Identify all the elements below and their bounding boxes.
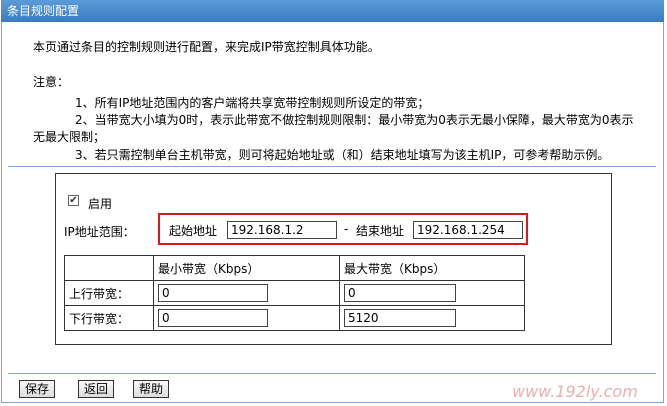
header-max: 最大带宽（Kbps） bbox=[339, 255, 525, 281]
range-dash: - bbox=[344, 222, 349, 236]
note-label: 注意： bbox=[33, 75, 70, 89]
back-button[interactable]: 返回 bbox=[78, 380, 115, 398]
row-label-down: 下行带宽： bbox=[64, 305, 154, 331]
note-line-4: 3、若只需控制单台主机带宽，则可将起始地址或（和）结束地址填写为该主机IP，可参… bbox=[75, 148, 610, 162]
table-header-row: 最小带宽（Kbps） 最大带宽（Kbps） bbox=[64, 255, 525, 281]
end-address-label: 结束地址 bbox=[356, 224, 405, 238]
table-row: 上行带宽： 0 0 bbox=[64, 280, 525, 306]
note-line-2: 2、当带宽大小填为0时，表示此带宽不做控制规则限制：最小带宽为0表示无最小保障，… bbox=[75, 113, 634, 127]
start-address-input[interactable]: 192.168.1.2 bbox=[227, 221, 337, 239]
cell-min-up: 0 bbox=[153, 280, 340, 306]
row-label-up: 上行带宽： bbox=[64, 280, 154, 306]
separator-bottom bbox=[8, 373, 656, 374]
ip-range-label: IP地址范围： bbox=[64, 225, 135, 239]
down-max-input[interactable]: 5120 bbox=[344, 309, 456, 327]
up-max-input[interactable]: 0 bbox=[344, 284, 456, 302]
end-address-input[interactable]: 192.168.1.254 bbox=[413, 221, 523, 239]
intro-text: 本页通过条目的控制规则进行配置，来完成IP带宽控制具体功能。 bbox=[33, 40, 380, 54]
separator-top bbox=[8, 166, 656, 167]
save-button[interactable]: 保存 bbox=[19, 380, 56, 398]
cell-max-down: 5120 bbox=[339, 305, 525, 331]
down-min-input[interactable]: 0 bbox=[158, 309, 268, 327]
enable-checkbox[interactable]: ✔ bbox=[68, 195, 79, 206]
window-title: 条目规则配置 bbox=[1, 0, 664, 22]
header-empty bbox=[64, 255, 154, 281]
watermark: www.192ly.com bbox=[512, 382, 638, 401]
help-button[interactable]: 帮助 bbox=[133, 380, 170, 398]
start-address-label: 起始地址 bbox=[169, 224, 218, 238]
checkmark-icon: ✔ bbox=[69, 195, 78, 206]
note-line-3: 无最大限制； bbox=[33, 130, 106, 144]
bandwidth-table: 最小带宽（Kbps） 最大带宽（Kbps） 上行带宽： 0 0 下行带宽： 0 … bbox=[64, 255, 525, 331]
up-min-input[interactable]: 0 bbox=[158, 284, 268, 302]
note-line-1: 1、所有IP地址范围内的客户端将共享宽带控制规则所设定的带宽； bbox=[75, 96, 430, 110]
cell-max-up: 0 bbox=[339, 280, 525, 306]
enable-label: 启用 bbox=[88, 197, 113, 211]
table-row: 下行带宽： 0 5120 bbox=[64, 305, 525, 331]
cell-min-down: 0 bbox=[153, 305, 340, 331]
header-min: 最小带宽（Kbps） bbox=[153, 255, 340, 281]
